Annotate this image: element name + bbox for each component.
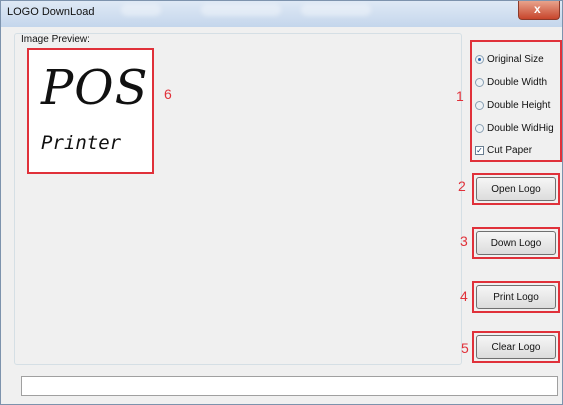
checkbox-checked-icon[interactable]: ✓ <box>475 145 484 155</box>
radio-button[interactable] <box>475 77 484 87</box>
option-label: Double Width <box>487 76 548 88</box>
radio-button[interactable] <box>475 123 484 133</box>
option-label: Double Height <box>487 99 551 111</box>
radio-button[interactable] <box>475 100 484 110</box>
option-label: Original Size <box>487 53 544 65</box>
open-logo-button[interactable]: Open Logo <box>476 177 556 201</box>
down-logo-button[interactable]: Down Logo <box>476 231 556 255</box>
logo-text-pos: POS <box>41 60 149 116</box>
window-title: LOGO DownLoad <box>7 6 95 18</box>
option-original-size[interactable]: Original Size <box>475 52 544 66</box>
option-cut-paper[interactable]: ✓ Cut Paper <box>475 143 532 157</box>
status-bar-field[interactable] <box>21 376 558 396</box>
option-double-widhig[interactable]: Double WidHig <box>475 121 554 135</box>
annotation-6: 6 <box>164 86 172 102</box>
logo-preview: POS Printer <box>27 48 154 174</box>
annotation-1: 1 <box>456 88 464 104</box>
print-logo-button[interactable]: Print Logo <box>476 285 556 309</box>
option-label: Double WidHig <box>487 122 554 134</box>
titlebar-glare <box>301 4 371 16</box>
logo-text-printer: Printer <box>41 132 122 154</box>
annotation-5: 5 <box>461 340 469 356</box>
annotation-2: 2 <box>458 178 466 194</box>
image-preview-label: Image Preview: <box>19 34 92 45</box>
option-double-height[interactable]: Double Height <box>475 98 550 112</box>
clear-logo-button[interactable]: Clear Logo <box>476 335 556 359</box>
annotation-3: 3 <box>460 233 468 249</box>
close-icon: x <box>534 2 541 16</box>
close-button[interactable]: x <box>518 1 560 20</box>
annotation-4: 4 <box>460 288 468 304</box>
titlebar-glare <box>201 4 281 16</box>
option-label: Cut Paper <box>487 144 533 156</box>
title-bar[interactable]: LOGO DownLoad x <box>1 1 562 27</box>
titlebar-glare <box>121 4 161 16</box>
option-double-width[interactable]: Double Width <box>475 75 547 89</box>
radio-button-checked[interactable] <box>475 54 484 64</box>
